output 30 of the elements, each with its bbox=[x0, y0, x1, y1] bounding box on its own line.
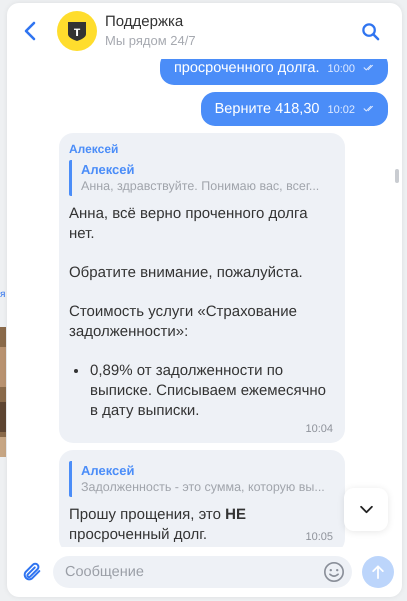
message-text: просроченного долга. bbox=[174, 59, 320, 78]
back-icon[interactable] bbox=[24, 21, 36, 41]
paperclip-icon[interactable] bbox=[21, 561, 43, 583]
message-text: Верните 418,30 bbox=[214, 100, 320, 119]
scrollbar-thumb[interactable] bbox=[395, 169, 399, 183]
message-time: 10:05 bbox=[305, 530, 333, 545]
logo-avatar: т bbox=[57, 11, 97, 51]
emoji-icon[interactable] bbox=[323, 561, 345, 583]
message-text: Обратите внимание, пожалуйста. bbox=[69, 264, 303, 281]
reply-author: Алексей bbox=[81, 462, 136, 479]
message-text: Стоимость услуги «Страхование задолженности»: bbox=[69, 303, 297, 340]
link-text[interactable]: я bbox=[0, 289, 6, 301]
message-text: Прошу прощения, это НЕ просроченный долг. bbox=[69, 506, 246, 543]
reply-quote[interactable]: Алексей Анна, здравствуйте. Понимаю вас, всег... bbox=[69, 160, 333, 196]
message-text: Анна, всё верно проченного долга нет. bbox=[69, 205, 308, 242]
bullet-item: 0,89% от задолженности по выписке. Списываем ежемесячно в дату выписки. bbox=[69, 361, 333, 421]
message-time: 10:02 bbox=[327, 104, 355, 116]
reply-quote[interactable]: Алексей Задолженность - это сумма, которую вы... bbox=[69, 461, 333, 497]
message-time: 10:04 bbox=[305, 423, 333, 435]
search-icon[interactable] bbox=[361, 22, 380, 40]
sender-name: Алексей bbox=[69, 141, 120, 157]
message-field[interactable]: Сообщение bbox=[53, 556, 352, 588]
chat-subtitle: Мы рядом 24/7 bbox=[105, 32, 197, 50]
arrow-up-icon bbox=[371, 564, 385, 580]
chat-title: Поддержка bbox=[105, 12, 184, 32]
reply-author: Алексей bbox=[81, 161, 136, 178]
reply-text: Задолженность - это сумма, которую вы... bbox=[81, 479, 326, 496]
reply-text: Анна, здравствуйте. Понимаю вас, всег... bbox=[81, 178, 320, 195]
message-time: 10:00 bbox=[327, 63, 355, 75]
chevron-down-icon bbox=[358, 505, 374, 514]
